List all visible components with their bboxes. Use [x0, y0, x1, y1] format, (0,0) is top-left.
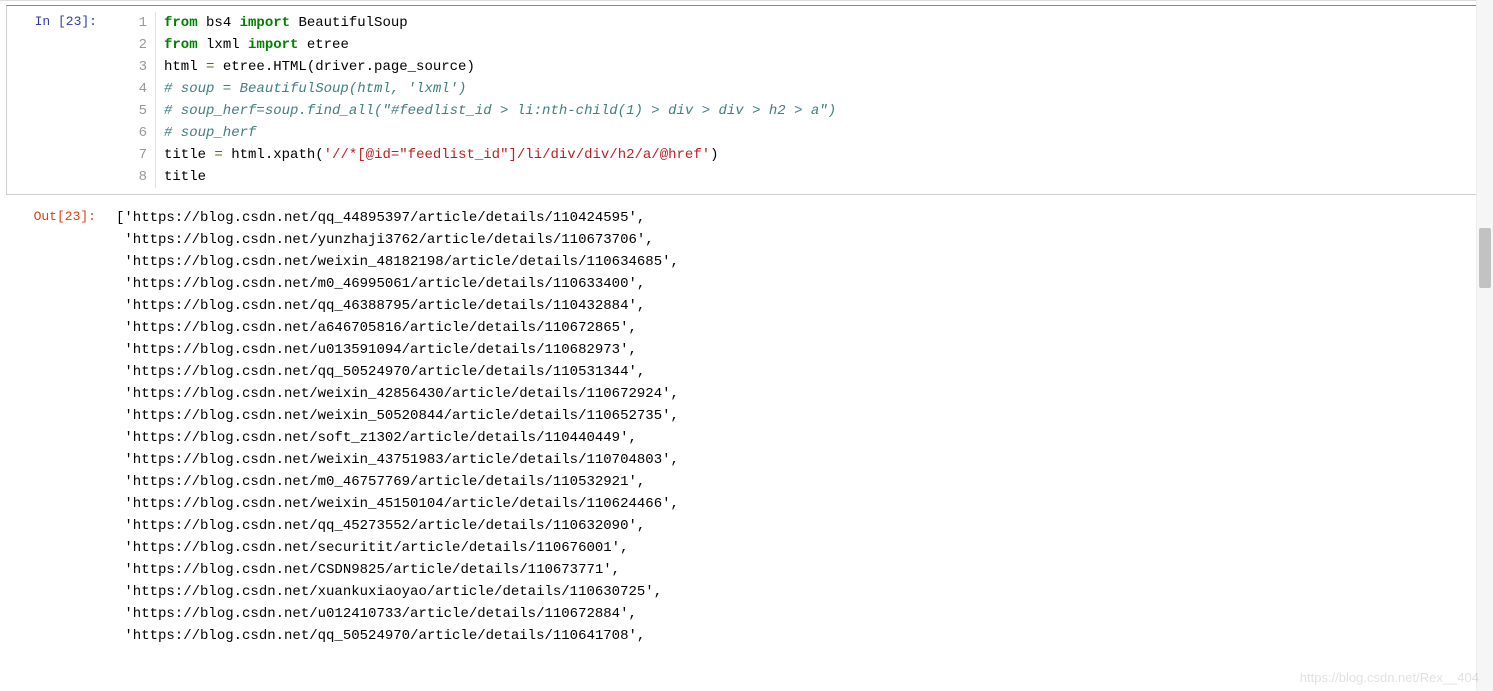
input-prompt: In [23]:: [7, 6, 107, 37]
line-number: 4: [107, 78, 156, 100]
code-text: html = etree.HTML(driver.page_source): [164, 56, 475, 78]
code-text: title: [164, 166, 206, 188]
line-number: 5: [107, 100, 156, 122]
code-line[interactable]: 7 title = html.xpath('//*[@id="feedlist_…: [107, 144, 1486, 166]
line-number: 1: [107, 12, 156, 34]
line-number: 8: [107, 166, 156, 188]
scrollbar-thumb[interactable]: [1479, 228, 1491, 288]
code-text: from lxml import etree: [164, 34, 349, 56]
code-line[interactable]: 3 html = etree.HTML(driver.page_source): [107, 56, 1486, 78]
code-text: # soup_herf: [164, 122, 256, 144]
code-line[interactable]: 8 title: [107, 166, 1486, 188]
output-prompt: Out[23]:: [6, 201, 106, 232]
code-cell[interactable]: In [23]: 1 from bs4 import BeautifulSoup…: [6, 5, 1487, 195]
line-number: 2: [107, 34, 156, 56]
code-line[interactable]: 5 # soup_herf=soup.find_all("#feedlist_i…: [107, 100, 1486, 122]
code-line[interactable]: 1 from bs4 import BeautifulSoup: [107, 12, 1486, 34]
code-text: from bs4 import BeautifulSoup: [164, 12, 408, 34]
scrollbar-track[interactable]: [1476, 0, 1493, 691]
line-number: 3: [107, 56, 156, 78]
jupyter-notebook: In [23]: 1 from bs4 import BeautifulSoup…: [0, 0, 1493, 653]
code-line[interactable]: 2 from lxml import etree: [107, 34, 1486, 56]
line-number: 6: [107, 122, 156, 144]
output-text[interactable]: ['https://blog.csdn.net/qq_44895397/arti…: [106, 201, 1487, 653]
code-text: # soup_herf=soup.find_all("#feedlist_id …: [164, 100, 836, 122]
line-number: 7: [107, 144, 156, 166]
code-line[interactable]: 4 # soup = BeautifulSoup(html, 'lxml'): [107, 78, 1486, 100]
code-line[interactable]: 6 # soup_herf: [107, 122, 1486, 144]
code-text: title = html.xpath('//*[@id="feedlist_id…: [164, 144, 719, 166]
watermark: https://blog.csdn.net/Rex__404: [1300, 670, 1479, 685]
code-text: # soup = BeautifulSoup(html, 'lxml'): [164, 78, 466, 100]
code-editor[interactable]: 1 from bs4 import BeautifulSoup 2 from l…: [107, 6, 1486, 194]
output-cell: Out[23]: ['https://blog.csdn.net/qq_4489…: [6, 201, 1487, 653]
